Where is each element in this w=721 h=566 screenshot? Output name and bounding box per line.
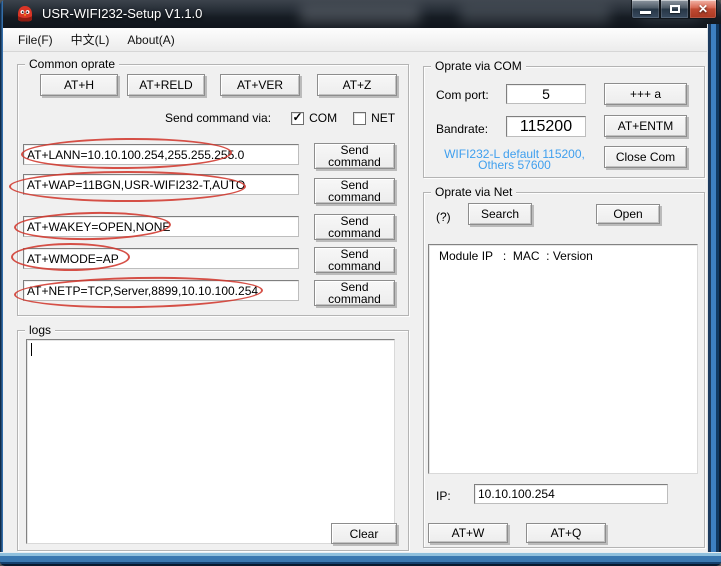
close-icon: ✕ xyxy=(698,3,708,15)
minimize-button[interactable] xyxy=(631,0,660,19)
window-border-left xyxy=(0,0,3,566)
command-input-lann[interactable] xyxy=(23,144,299,165)
clear-logs-button[interactable]: Clear xyxy=(331,523,397,544)
logs-title: logs xyxy=(25,323,55,337)
oprate-via-net-title: Oprate via Net xyxy=(431,185,516,199)
titlebar[interactable]: USR-WIFI232-Setup V1.1.0 ✕ xyxy=(0,0,721,28)
search-help-label: (?) xyxy=(436,210,451,224)
common-oprate-title: Common oprate xyxy=(25,57,119,71)
window-title: USR-WIFI232-Setup V1.1.0 xyxy=(42,6,202,21)
send-command-button-1[interactable]: Send command xyxy=(314,143,395,169)
client-area: Common oprate AT+H AT+RELD AT+VER AT+Z S… xyxy=(3,52,707,552)
at-w-button[interactable]: AT+W xyxy=(428,523,508,543)
send-command-button-2[interactable]: Send command xyxy=(314,178,395,204)
ip-label: IP: xyxy=(436,489,451,503)
bandrate-input[interactable] xyxy=(506,116,586,137)
com-checkbox-label: COM xyxy=(309,111,337,125)
send-command-button-4[interactable]: Send command xyxy=(314,247,395,273)
menubar: File(F) 中文(L) About(A) xyxy=(3,28,707,52)
window-border-right xyxy=(707,24,721,566)
logs-textarea[interactable] xyxy=(26,339,395,544)
oprate-via-net-group: Oprate via Net (?) Search Open Module IP… xyxy=(423,192,705,548)
command-input-wmode[interactable] xyxy=(23,248,299,269)
titlebar-glass-blob xyxy=(460,2,610,24)
logs-group: logs Clear xyxy=(17,330,409,551)
module-list-header: Module IP : MAC : Version xyxy=(439,249,593,263)
close-button[interactable]: ✕ xyxy=(689,0,717,19)
menu-file[interactable]: File(F) xyxy=(11,31,60,49)
window-controls: ✕ xyxy=(631,0,717,19)
at-ver-button[interactable]: AT+VER xyxy=(220,74,300,96)
search-button[interactable]: Search xyxy=(468,203,532,225)
close-com-button[interactable]: Close Com xyxy=(604,146,687,168)
bandrate-hint-line2: Others 57600 xyxy=(432,160,597,171)
plus-plus-plus-a-button[interactable]: +++ a xyxy=(604,83,687,105)
window-border-bottom xyxy=(0,552,721,566)
net-checkbox[interactable] xyxy=(353,112,366,125)
command-input-wakey[interactable] xyxy=(23,216,299,237)
menu-chinese[interactable]: 中文(L) xyxy=(64,29,117,50)
open-button[interactable]: Open xyxy=(596,204,660,224)
com-port-input[interactable] xyxy=(506,84,586,104)
titlebar-glass-blob xyxy=(300,4,420,24)
text-caret xyxy=(31,343,32,356)
command-input-netp[interactable] xyxy=(23,280,299,301)
com-checkbox[interactable] xyxy=(291,112,304,125)
net-checkbox-label: NET xyxy=(371,111,395,125)
send-via-label: Send command via: xyxy=(165,111,271,125)
send-command-button-5[interactable]: Send command xyxy=(314,280,395,306)
common-oprate-group: Common oprate AT+H AT+RELD AT+VER AT+Z S… xyxy=(17,64,409,316)
maximize-button[interactable] xyxy=(660,0,689,19)
oprate-via-com-group: Oprate via COM Com port: +++ a Bandrate:… xyxy=(423,66,705,178)
module-list-box[interactable]: Module IP : MAC : Version xyxy=(428,244,698,474)
at-reld-button[interactable]: AT+RELD xyxy=(127,74,205,96)
at-z-button[interactable]: AT+Z xyxy=(317,74,397,96)
bandrate-label: Bandrate: xyxy=(436,122,488,136)
menu-about[interactable]: About(A) xyxy=(120,31,181,49)
ip-input[interactable] xyxy=(474,484,668,504)
command-input-wap[interactable] xyxy=(23,174,299,195)
app-logo-bird-icon xyxy=(16,5,34,23)
app-window: USR-WIFI232-Setup V1.1.0 ✕ File(F) 中文(L)… xyxy=(0,0,721,566)
send-command-button-3[interactable]: Send command xyxy=(314,214,395,240)
at-q-button[interactable]: AT+Q xyxy=(526,523,606,543)
com-port-label: Com port: xyxy=(436,88,489,102)
at-entm-button[interactable]: AT+ENTM xyxy=(604,115,687,137)
minimize-icon xyxy=(640,11,651,14)
oprate-via-com-title: Oprate via COM xyxy=(431,59,526,73)
bandrate-hint: WIFI232-L default 115200, Others 57600 xyxy=(432,149,597,171)
maximize-icon xyxy=(670,5,680,13)
at-h-button[interactable]: AT+H xyxy=(40,74,118,96)
